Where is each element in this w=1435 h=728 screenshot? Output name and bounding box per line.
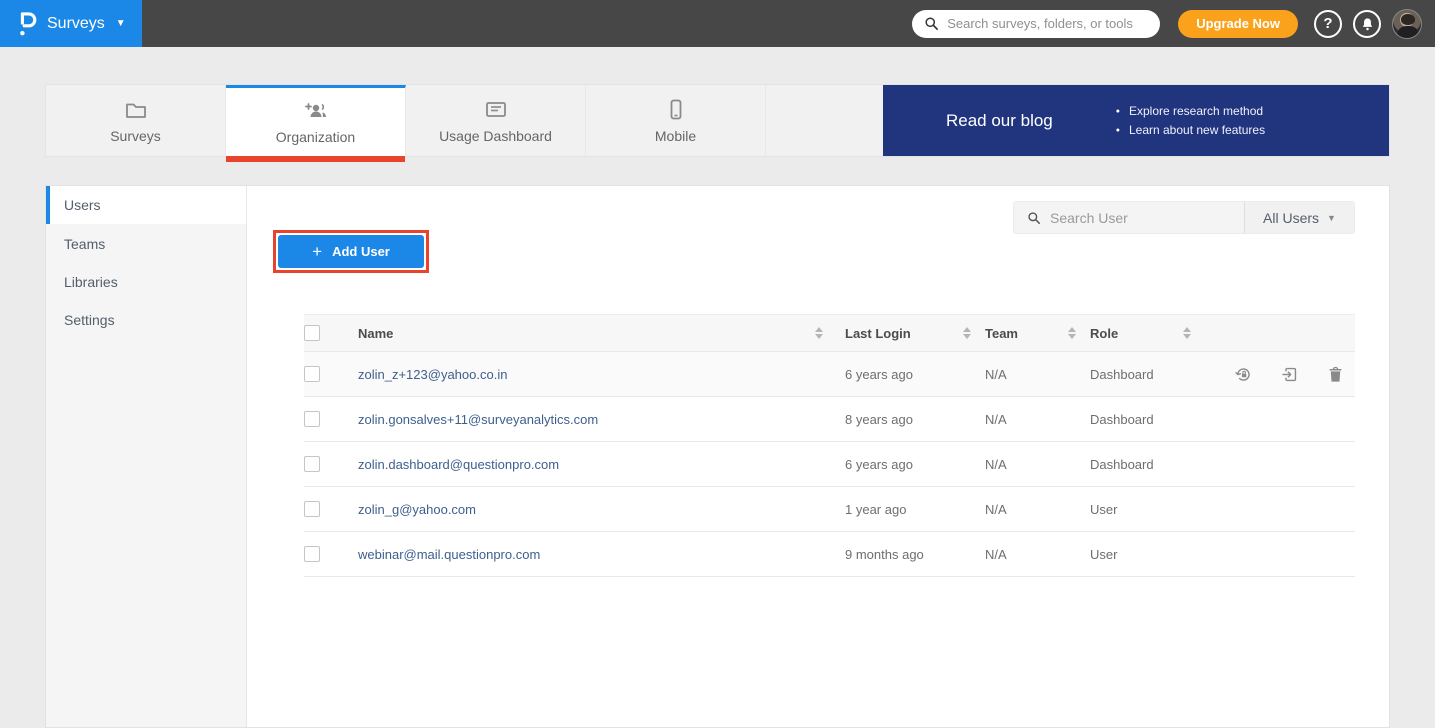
user-avatar[interactable] xyxy=(1392,9,1422,39)
blog-promo-panel[interactable]: Read our blog Explore research method Le… xyxy=(883,85,1389,156)
table-row: zolin.dashboard@questionpro.com 6 years … xyxy=(304,442,1355,487)
last-login-cell: 1 year ago xyxy=(845,502,985,517)
dashboard-icon xyxy=(483,98,509,122)
product-switcher[interactable]: Surveys ▼ xyxy=(0,0,142,47)
chevron-down-icon: ▼ xyxy=(116,18,126,29)
row-checkbox[interactable] xyxy=(304,546,320,562)
user-filter-dropdown[interactable]: All Users ▼ xyxy=(1244,202,1354,233)
column-header-last-login: Last Login xyxy=(845,326,911,341)
last-login-cell: 8 years ago xyxy=(845,412,985,427)
user-filter-value: All Users xyxy=(1263,210,1319,226)
team-cell: N/A xyxy=(985,367,1090,382)
team-cell: N/A xyxy=(985,547,1090,562)
global-search-input[interactable] xyxy=(947,16,1148,31)
users-main: All Users ▼ + Add User Name Last xyxy=(247,186,1389,727)
sort-team-icon[interactable] xyxy=(1068,327,1076,339)
blog-bullet-list: Explore research method Learn about new … xyxy=(1116,99,1265,142)
table-row: zolin_z+123@yahoo.co.in 6 years ago N/A … xyxy=(304,352,1355,397)
tab-label: Organization xyxy=(276,129,355,145)
login-as-icon xyxy=(1280,365,1299,384)
sidebar-item-teams[interactable]: Teams xyxy=(46,225,246,263)
last-login-cell: 6 years ago xyxy=(845,367,985,382)
tab-label: Usage Dashboard xyxy=(439,128,552,144)
blog-bullet: Explore research method xyxy=(1116,104,1265,118)
reset-password-button[interactable] xyxy=(1234,365,1253,384)
user-email-link[interactable]: zolin.gonsalves+11@surveyanalytics.com xyxy=(352,412,598,427)
upgrade-now-button[interactable]: Upgrade Now xyxy=(1178,10,1298,38)
sidebar-item-libraries[interactable]: Libraries xyxy=(46,263,246,301)
add-user-button[interactable]: + Add User xyxy=(278,235,424,268)
table-header-row: Name Last Login Team Role xyxy=(304,314,1355,352)
plus-icon: + xyxy=(312,242,322,262)
login-as-user-button[interactable] xyxy=(1280,365,1299,384)
role-cell: User xyxy=(1090,547,1205,562)
select-all-checkbox[interactable] xyxy=(304,325,320,341)
last-login-cell: 9 months ago xyxy=(845,547,985,562)
annotation-underline xyxy=(226,156,405,162)
notifications-button[interactable] xyxy=(1353,10,1381,38)
team-cell: N/A xyxy=(985,412,1090,427)
global-search[interactable] xyxy=(912,10,1160,38)
sidebar-item-settings[interactable]: Settings xyxy=(46,301,246,339)
row-checkbox[interactable] xyxy=(304,411,320,427)
annotation-box: + Add User xyxy=(273,230,429,273)
module-tabs: Surveys Organization Usage Dashboard Mob… xyxy=(45,84,1390,157)
team-cell: N/A xyxy=(985,457,1090,472)
search-icon xyxy=(924,16,939,31)
folder-icon xyxy=(123,98,149,122)
tab-surveys[interactable]: Surveys xyxy=(46,85,226,156)
sort-name-icon[interactable] xyxy=(815,327,823,339)
sort-last-login-icon[interactable] xyxy=(963,327,971,339)
chevron-down-icon: ▼ xyxy=(1327,213,1336,223)
blog-title-link[interactable]: Read our blog xyxy=(883,111,1116,131)
role-cell: Dashboard xyxy=(1090,367,1205,382)
team-cell: N/A xyxy=(985,502,1090,517)
product-label: Surveys xyxy=(47,15,105,33)
table-row: zolin_g@yahoo.com 1 year ago N/A User xyxy=(304,487,1355,532)
user-search-input[interactable] xyxy=(1050,210,1231,226)
user-email-link[interactable]: zolin.dashboard@questionpro.com xyxy=(352,457,559,472)
tab-usage-dashboard[interactable]: Usage Dashboard xyxy=(406,85,586,156)
user-search-field[interactable] xyxy=(1014,202,1244,233)
column-header-team: Team xyxy=(985,326,1018,341)
role-cell: Dashboard xyxy=(1090,457,1205,472)
tab-mobile[interactable]: Mobile xyxy=(586,85,766,156)
reset-password-icon xyxy=(1234,365,1253,384)
tab-label: Mobile xyxy=(655,128,696,144)
search-icon xyxy=(1027,211,1041,225)
organization-panel: Users Teams Libraries Settings All Users… xyxy=(45,185,1390,728)
last-login-cell: 6 years ago xyxy=(845,457,985,472)
column-header-name: Name xyxy=(352,326,393,341)
row-checkbox[interactable] xyxy=(304,456,320,472)
row-checkbox[interactable] xyxy=(304,501,320,517)
add-user-label: Add User xyxy=(332,244,390,259)
user-search-bar: All Users ▼ xyxy=(1013,201,1355,234)
tab-organization[interactable]: Organization xyxy=(226,85,406,156)
bell-icon xyxy=(1360,16,1375,32)
column-header-role: Role xyxy=(1090,326,1118,341)
table-row: zolin.gonsalves+11@surveyanalytics.com 8… xyxy=(304,397,1355,442)
delete-user-button[interactable] xyxy=(1326,365,1345,384)
mobile-phone-icon xyxy=(663,98,689,122)
blog-bullet: Learn about new features xyxy=(1116,123,1265,137)
user-email-link[interactable]: zolin_z+123@yahoo.co.in xyxy=(352,367,507,382)
top-bar: Surveys ▼ Upgrade Now ? xyxy=(0,0,1435,47)
user-email-link[interactable]: webinar@mail.questionpro.com xyxy=(352,547,540,562)
tab-label: Surveys xyxy=(110,128,161,144)
users-table: Name Last Login Team Role xyxy=(304,314,1355,577)
role-cell: Dashboard xyxy=(1090,412,1205,427)
trash-icon xyxy=(1326,365,1345,384)
sort-role-icon[interactable] xyxy=(1183,327,1191,339)
tabstrip-gap xyxy=(766,85,883,156)
role-cell: User xyxy=(1090,502,1205,517)
user-email-link[interactable]: zolin_g@yahoo.com xyxy=(352,502,476,517)
table-row: webinar@mail.questionpro.com 9 months ag… xyxy=(304,532,1355,577)
help-button[interactable]: ? xyxy=(1314,10,1342,38)
add-people-icon xyxy=(303,99,329,123)
row-checkbox[interactable] xyxy=(304,366,320,382)
questionpro-logo-icon xyxy=(16,11,38,37)
org-sidebar: Users Teams Libraries Settings xyxy=(46,186,247,727)
sidebar-item-users[interactable]: Users xyxy=(46,186,246,224)
